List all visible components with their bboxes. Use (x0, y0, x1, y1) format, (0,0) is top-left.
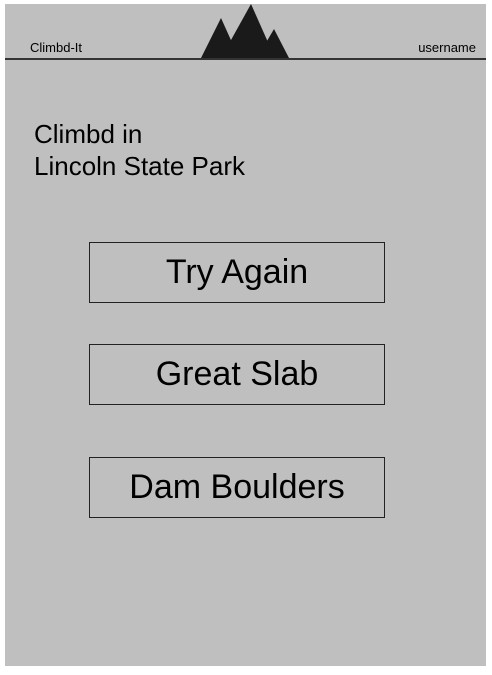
username-link[interactable]: username (418, 40, 476, 55)
dam-boulders-button[interactable]: Dam Boulders (89, 457, 385, 518)
page-title-line-1: Climbd in (34, 119, 143, 149)
great-slab-button[interactable]: Great Slab (89, 344, 385, 405)
page-title: Climbd in Lincoln State Park (34, 118, 245, 182)
try-again-button[interactable]: Try Again (89, 242, 385, 303)
mountain-icon[interactable] (201, 4, 289, 58)
page-title-line-2: Lincoln State Park (34, 151, 246, 181)
app-frame: Climbd-It username Climbd in Lincoln Sta… (5, 4, 486, 666)
top-bar: Climbd-It username (5, 4, 486, 60)
app-name[interactable]: Climbd-It (30, 40, 82, 55)
